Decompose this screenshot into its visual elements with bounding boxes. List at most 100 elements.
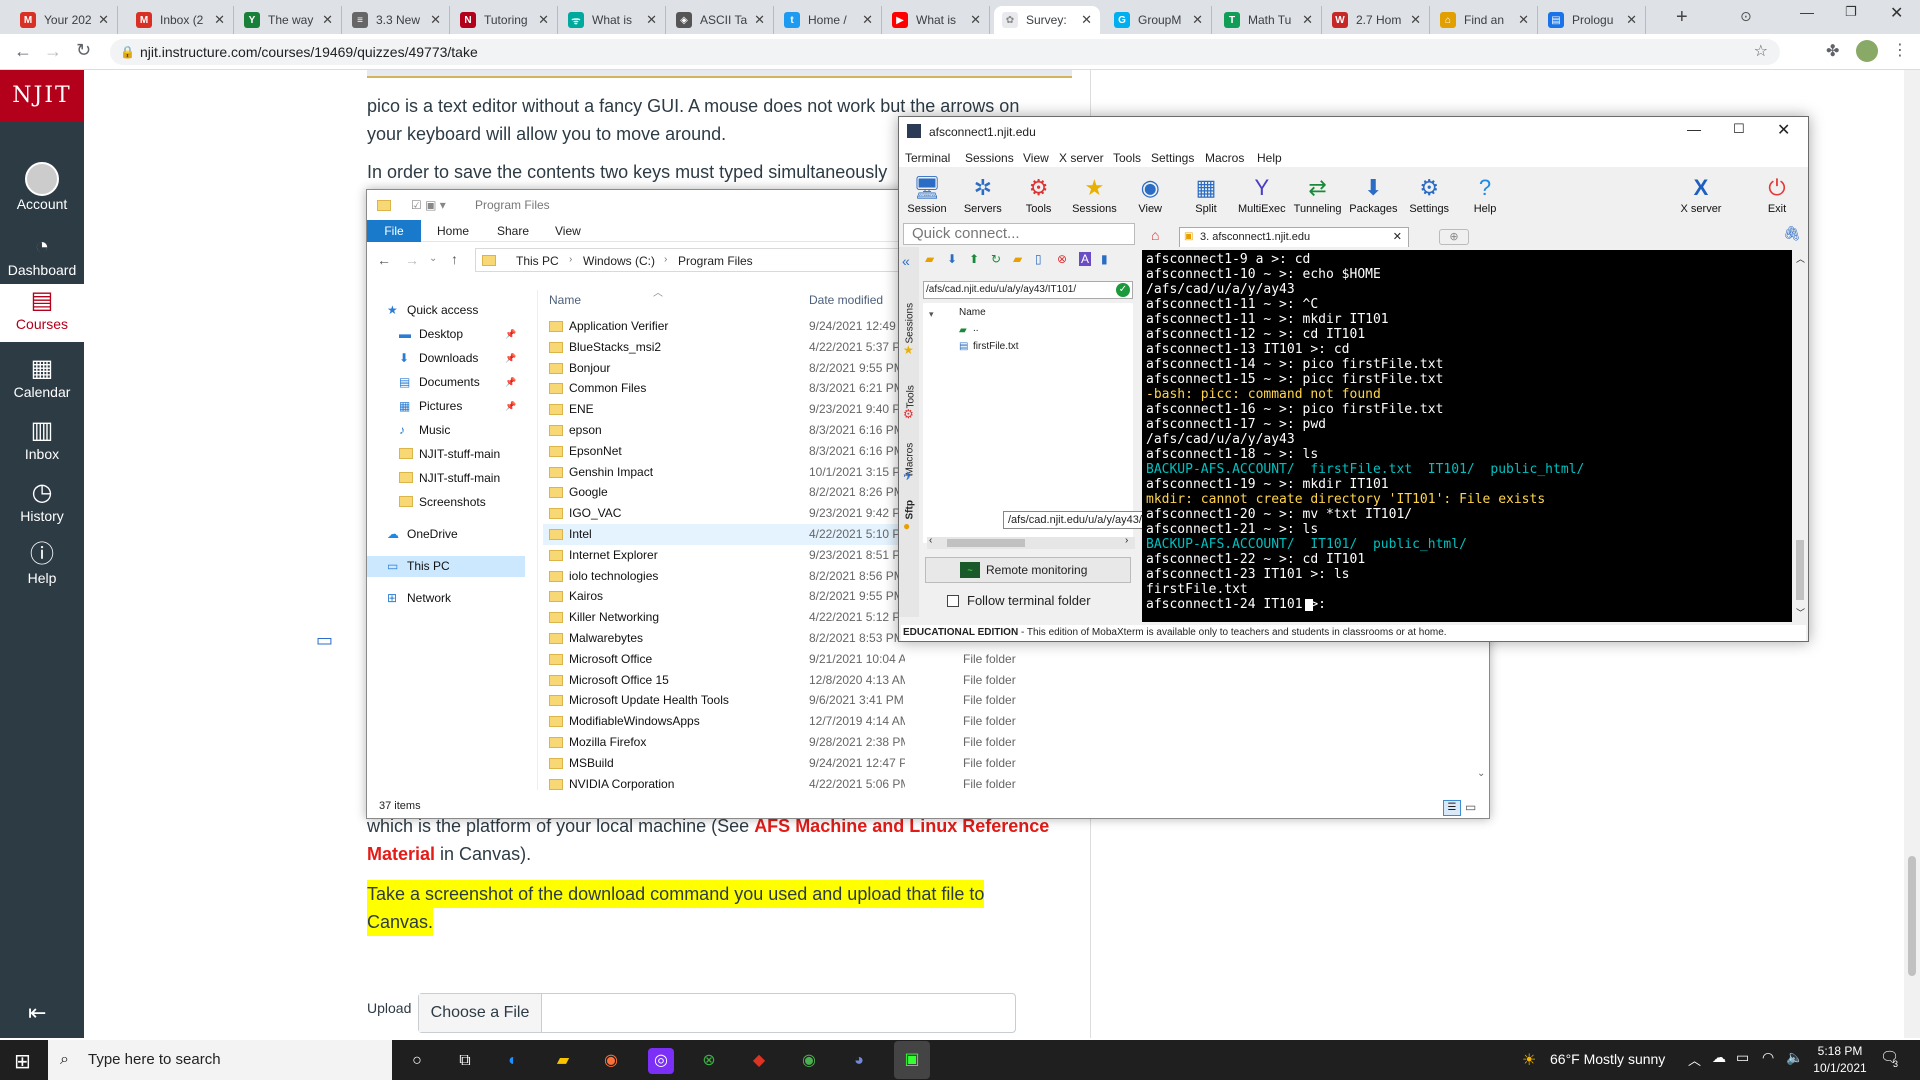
sidebar-item[interactable]: ⊞ Network — [367, 588, 525, 609]
new-tab-button[interactable]: + — [1676, 6, 1688, 29]
bookmark-flag-icon[interactable]: ▭ — [316, 630, 333, 651]
close-tab-icon[interactable]: ✕ — [1081, 12, 1092, 28]
toolbar-xserver[interactable]: X X server — [1675, 173, 1727, 215]
side-tab-sessions[interactable]: Sessions — [905, 294, 916, 344]
battery-icon[interactable]: ▭ — [1736, 1049, 1749, 1066]
crumb-this-pc[interactable]: This PC — [516, 254, 559, 268]
browser-tab[interactable]: t Home / ✕ — [776, 6, 882, 34]
sftp-item[interactable]: firstFile.txt — [973, 341, 1019, 352]
toolbar-sessions[interactable]: ★ Sessions — [1068, 173, 1120, 215]
scroll-right-icon[interactable]: › — [1125, 535, 1128, 546]
recent-chevron-icon[interactable]: ⌄ — [429, 253, 437, 264]
column-name-header[interactable]: Name — [549, 293, 581, 307]
menu-dots-icon[interactable]: ⋮ — [1892, 40, 1908, 60]
moba-menu-item[interactable]: Terminal — [905, 151, 950, 165]
onedrive-icon[interactable]: ☁ — [1712, 1049, 1726, 1066]
app-icon[interactable]: ◎ — [648, 1048, 674, 1074]
clock-time[interactable]: 5:18 PM — [1810, 1044, 1870, 1058]
firefox-icon[interactable]: ◉ — [598, 1048, 624, 1074]
moba-close-button[interactable]: ✕ — [1777, 120, 1790, 140]
sidebar-item[interactable]: ♪ Music — [367, 420, 525, 441]
close-tab-icon[interactable]: ✕ — [646, 12, 657, 28]
wifi-icon[interactable]: ◠ — [1762, 1049, 1774, 1066]
discord-icon[interactable]: ◕ — [846, 1048, 872, 1074]
nav-inbox[interactable]: ▥ Inbox — [0, 416, 84, 462]
clock-date[interactable]: 10/1/2021 — [1810, 1061, 1870, 1075]
toolbar-multiexec[interactable]: Y MultiExec — [1236, 173, 1288, 215]
table-row[interactable]: NVIDIA Corporation 4/22/2021 5:06 PM File … — [543, 774, 1443, 795]
sidebar-item[interactable]: ★ Quick access — [367, 300, 525, 321]
sftp-path-input[interactable]: /afs/cad.njit.edu/u/a/y/ay43/IT101/ ✓ — [923, 281, 1133, 299]
bookmark-star-icon[interactable]: ☆ — [1754, 39, 1768, 65]
task-view-icon[interactable]: ⧉ — [452, 1048, 478, 1074]
details-view-icon[interactable]: ☰ — [1443, 800, 1461, 816]
terminal-output[interactable]: afsconnect1-9 a >: cd afsconnect1-10 ~ >:… — [1142, 250, 1792, 622]
quick-toolbar-icon[interactable]: ☑ ▣ ▾ — [411, 198, 446, 212]
close-tab-icon[interactable]: ✕ — [98, 12, 109, 28]
table-row[interactable]: Mozilla Firefox 9/28/2021 2:38 PM File fol… — [543, 732, 1443, 753]
browser-tab[interactable]: N Tutoring ✕ — [452, 6, 558, 34]
toolbar-session[interactable]: 🖥 Session — [901, 173, 953, 215]
weather-text[interactable]: 66°F Mostly sunny — [1550, 1051, 1665, 1067]
moba-menu-item[interactable]: Sessions — [965, 151, 1014, 165]
sftp-item[interactable]: .. — [973, 323, 979, 334]
browser-tab[interactable]: M Inbox (2 ✕ — [128, 6, 234, 34]
close-tab-icon[interactable]: ✕ — [214, 12, 225, 28]
close-tab-icon[interactable]: ✕ — [754, 12, 765, 28]
close-tab-icon[interactable]: ✕ — [970, 12, 981, 28]
toolbar-split[interactable]: ▦ Split — [1180, 173, 1232, 215]
afs-reference-link[interactable]: AFS Machine and Linux Reference — [754, 816, 1049, 836]
sftp-new-folder-icon[interactable]: ▰ — [1013, 252, 1022, 266]
sftp-name-header[interactable]: Name — [959, 307, 986, 318]
browser-tab[interactable]: G GroupM ✕ — [1106, 6, 1212, 34]
tiles-view-icon[interactable]: ▭ — [1465, 800, 1476, 814]
side-tab-macros[interactable]: Macros — [905, 426, 916, 476]
afs-reference-link-cont[interactable]: Material — [367, 844, 435, 864]
forward-icon[interactable]: → — [44, 41, 62, 62]
close-tab-icon[interactable]: ✕ — [1410, 12, 1421, 28]
side-tab-tools[interactable]: Tools — [906, 369, 917, 408]
close-tab-icon[interactable]: ✕ — [1393, 228, 1402, 246]
toolbar-tools[interactable]: ⚙ Tools — [1013, 173, 1065, 215]
table-row[interactable]: MSBuild 9/24/2021 12:47 PM File folder — [543, 753, 1443, 774]
toolbar-help[interactable]: ? Help — [1459, 173, 1511, 215]
browser-tab[interactable]: ⌂ Find an ✕ — [1432, 6, 1538, 34]
toolbar-settings[interactable]: ⚙ Settings — [1403, 173, 1455, 215]
sidebar-item[interactable]: NJIT-stuff-main — [367, 468, 525, 489]
browser-tab[interactable]: ᯤ What is ✕ — [560, 6, 666, 34]
tab-home[interactable]: Home — [437, 224, 469, 238]
moba-maximize-button[interactable]: ☐ — [1733, 121, 1745, 137]
nav-calendar[interactable]: ▦ Calendar — [0, 354, 84, 400]
tab-file[interactable]: File — [367, 220, 421, 242]
nav-courses[interactable]: ▤ Courses — [0, 284, 84, 342]
moba-menu-item[interactable]: View — [1023, 151, 1049, 165]
sidebar-item[interactable]: ▤ Documents 📌 — [367, 372, 525, 393]
sftp-up-folder-icon[interactable]: ▰ — [925, 252, 934, 266]
tab-search-icon[interactable]: ⊙ — [1740, 8, 1752, 25]
nav-dashboard[interactable]: ◔ Dashboard — [0, 232, 84, 278]
checkbox-box[interactable] — [947, 595, 959, 607]
browser-tab[interactable]: W 2.7 Hom ✕ — [1324, 6, 1430, 34]
table-row[interactable]: Microsoft Office 9/21/2021 10:04 AM File f… — [543, 649, 1443, 670]
restore-button[interactable]: ❐ — [1845, 4, 1857, 20]
toolbar-servers[interactable]: ✲ Servers — [957, 173, 1009, 215]
sftp-hscrollbar[interactable]: ‹ › — [927, 535, 1135, 549]
close-tab-icon[interactable]: ✕ — [1626, 12, 1637, 28]
taskbar-search[interactable]: ⌕ Type here to search — [48, 1040, 392, 1080]
njit-logo[interactable]: NJIT — [0, 70, 84, 122]
choose-file-button[interactable]: Choose a File — [419, 994, 542, 1032]
sftp-refresh-icon[interactable]: ↻ — [991, 252, 1001, 266]
sidebar-item[interactable]: ▬ Desktop 📌 — [367, 324, 525, 345]
xbox-icon[interactable]: ⊗ — [696, 1048, 722, 1074]
page-scrollbar[interactable] — [1904, 70, 1920, 1038]
breadcrumb[interactable]: This PC › Windows (C:) › Program Files — [475, 248, 965, 272]
moba-menu-item[interactable]: Settings — [1151, 151, 1194, 165]
sidebar-item[interactable]: ▭ This PC — [367, 556, 525, 577]
extensions-icon[interactable]: ✤ — [1826, 41, 1839, 61]
profile-avatar[interactable] — [1856, 40, 1878, 62]
nav-history[interactable]: ◷ History — [0, 478, 84, 524]
sftp-delete-icon[interactable]: ⊗ — [1057, 252, 1067, 266]
side-tab-sftp[interactable]: Sftp — [905, 490, 916, 519]
reload-icon[interactable]: ↻ — [76, 40, 91, 61]
terminal-tab[interactable]: ▣ 3. afsconnect1.njit.edu ✕ — [1179, 227, 1409, 247]
